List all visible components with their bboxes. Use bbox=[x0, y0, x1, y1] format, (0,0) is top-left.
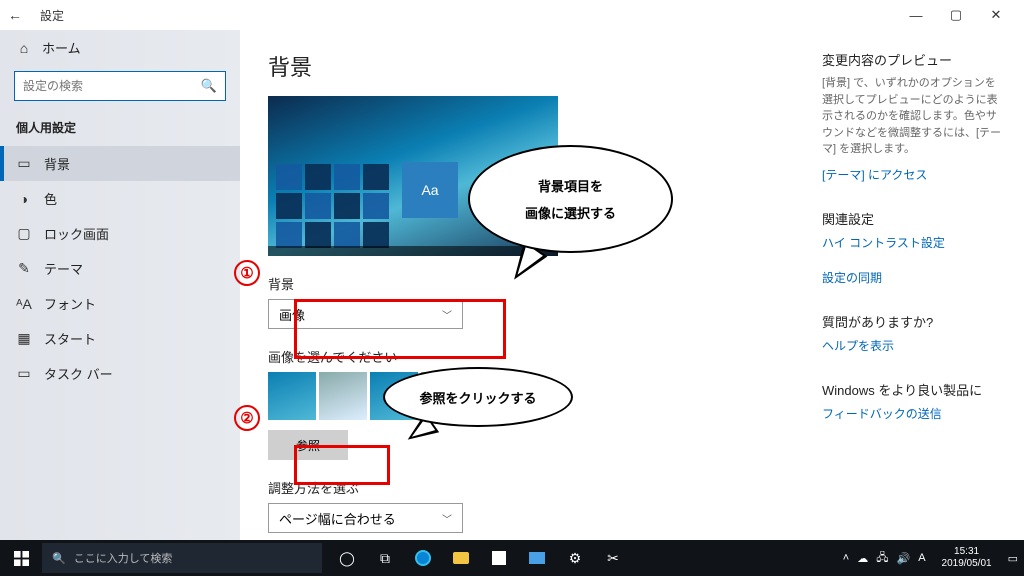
nav-label: フォント bbox=[44, 294, 96, 313]
background-value: 画像 bbox=[279, 305, 442, 324]
nav-colors[interactable]: ◑ 色 bbox=[0, 181, 240, 216]
taskbar: 🔍 ここに入力して検索 ◯ ⧉ ⚙ ✂ ˄ ☁ 🖧 🔊 A 15:31 2019… bbox=[0, 540, 1024, 576]
taskbar-search-placeholder: ここに入力して検索 bbox=[74, 550, 173, 566]
nav-label: ロック画面 bbox=[44, 224, 109, 243]
settings-search[interactable]: 🔍 bbox=[14, 71, 226, 101]
search-icon: 🔍 bbox=[201, 78, 217, 94]
onedrive-icon[interactable]: ☁ bbox=[857, 552, 868, 565]
taskbar-icon: ▭ bbox=[16, 365, 32, 382]
thumb-1[interactable] bbox=[268, 372, 316, 420]
background-label: 背景 bbox=[268, 274, 814, 293]
cortana-icon[interactable]: ◯ bbox=[328, 540, 366, 576]
back-button[interactable]: ← bbox=[8, 7, 32, 23]
nav-label: 背景 bbox=[44, 154, 70, 173]
store-icon[interactable] bbox=[480, 540, 518, 576]
nav-label: タスク バー bbox=[44, 364, 113, 383]
theme-icon: ✎ bbox=[16, 260, 32, 277]
sync-settings-link[interactable]: 設定の同期 bbox=[822, 269, 1004, 286]
nav-label: スタート bbox=[44, 329, 96, 348]
nav-themes[interactable]: ✎ テーマ bbox=[0, 251, 240, 286]
taskbar-search[interactable]: 🔍 ここに入力して検索 bbox=[42, 543, 322, 573]
nav-background[interactable]: ▭ 背景 bbox=[0, 146, 240, 181]
home-label: ホーム bbox=[42, 38, 81, 57]
network-icon[interactable]: 🖧 bbox=[876, 549, 888, 568]
chevron-down-icon: ﹀ bbox=[442, 511, 452, 526]
snipping-icon[interactable]: ✂ bbox=[594, 540, 632, 576]
minimize-button[interactable]: — bbox=[896, 8, 936, 23]
theme-access-link[interactable]: [テーマ] にアクセス bbox=[822, 166, 1004, 183]
nav-start[interactable]: ▦ スタート bbox=[0, 321, 240, 356]
fit-value: ページ幅に合わせる bbox=[279, 509, 442, 528]
feedback-heading: Windows をより良い製品に bbox=[822, 380, 1004, 399]
question-heading: 質問がありますか? bbox=[822, 312, 1004, 331]
tray-overflow-icon[interactable]: ˄ bbox=[843, 552, 849, 564]
section-heading: 個人用設定 bbox=[0, 115, 240, 146]
picture-icon: ▭ bbox=[16, 155, 32, 172]
feedback-link[interactable]: フィードバックの送信 bbox=[822, 405, 1004, 422]
nav-fonts[interactable]: ᴬA フォント bbox=[0, 286, 240, 321]
settings-app-icon[interactable]: ⚙ bbox=[556, 540, 594, 576]
maximize-button[interactable]: ▢ bbox=[936, 7, 976, 23]
system-tray[interactable]: ˄ ☁ 🖧 🔊 A 15:31 2019/05/01 ▭ bbox=[837, 546, 1024, 570]
home-link[interactable]: ⌂ ホーム bbox=[0, 30, 240, 65]
thumb-4[interactable] bbox=[421, 372, 469, 420]
choose-image-label: 画像を選んでください bbox=[268, 347, 814, 366]
fit-dropdown[interactable]: ページ幅に合わせる ﹀ bbox=[268, 503, 463, 533]
sidebar: ⌂ ホーム 🔍 個人用設定 ▭ 背景 ◑ 色 ▢ ロック画面 ✎ テ bbox=[0, 30, 240, 540]
fit-label: 調整方法を選ぶ bbox=[268, 478, 814, 497]
mail-icon[interactable] bbox=[518, 540, 556, 576]
start-button[interactable] bbox=[0, 540, 42, 576]
nav-lockscreen[interactable]: ▢ ロック画面 bbox=[0, 216, 240, 251]
desktop-preview: Aa bbox=[268, 96, 558, 256]
taskbar-clock[interactable]: 15:31 2019/05/01 bbox=[934, 546, 1000, 570]
nav-label: テーマ bbox=[44, 259, 83, 278]
explorer-icon[interactable] bbox=[442, 540, 480, 576]
nav-label: 色 bbox=[44, 189, 57, 208]
background-dropdown[interactable]: 画像 ﹀ bbox=[268, 299, 463, 329]
image-thumbnails bbox=[268, 372, 814, 420]
edge-icon[interactable] bbox=[404, 540, 442, 576]
chevron-down-icon: ﹀ bbox=[442, 307, 452, 322]
preview-tile-aa: Aa bbox=[402, 162, 458, 218]
thumb-3[interactable] bbox=[370, 372, 418, 420]
thumb-5[interactable] bbox=[472, 372, 520, 420]
page-title: 背景 bbox=[268, 50, 814, 82]
thumb-2[interactable] bbox=[319, 372, 367, 420]
high-contrast-link[interactable]: ハイ コントラスト設定 bbox=[822, 234, 1004, 251]
settings-search-input[interactable] bbox=[23, 79, 201, 93]
window-title: 設定 bbox=[40, 7, 64, 24]
search-icon: 🔍 bbox=[52, 552, 66, 565]
palette-icon: ◑ bbox=[16, 191, 32, 207]
preview-desc: [背景] で、いずれかのオプションを選択してプレビューにどのように表示されるのか… bbox=[822, 75, 1004, 158]
main-content: 背景 Aa 背景 画像 ﹀ 画像を選んでください bbox=[268, 50, 814, 540]
lockscreen-icon: ▢ bbox=[16, 225, 32, 242]
start-icon: ▦ bbox=[16, 330, 32, 347]
preview-heading: 変更内容のプレビュー bbox=[822, 50, 1004, 69]
ime-icon[interactable]: A bbox=[918, 552, 925, 564]
action-center-icon[interactable]: ▭ bbox=[1008, 552, 1018, 565]
nav-taskbar[interactable]: ▭ タスク バー bbox=[0, 356, 240, 391]
close-button[interactable]: ✕ bbox=[976, 7, 1016, 23]
task-view-icon[interactable]: ⧉ bbox=[366, 540, 404, 576]
volume-icon[interactable]: 🔊 bbox=[896, 552, 910, 565]
right-column: 変更内容のプレビュー [背景] で、いずれかのオプションを選択してプレビューにど… bbox=[814, 50, 1004, 540]
browse-button[interactable]: 参照 bbox=[268, 430, 348, 460]
help-link[interactable]: ヘルプを表示 bbox=[822, 337, 1004, 354]
related-heading: 関連設定 bbox=[822, 209, 1004, 228]
font-icon: ᴬA bbox=[16, 296, 32, 312]
home-icon: ⌂ bbox=[16, 40, 32, 56]
